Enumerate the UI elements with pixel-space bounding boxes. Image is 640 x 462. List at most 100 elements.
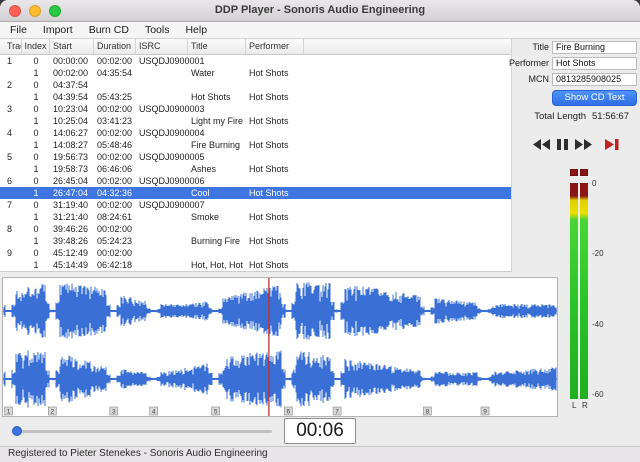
cell-duration: 03:41:23 (97, 116, 133, 126)
cell-filler (304, 235, 511, 247)
cell-isrc (136, 67, 188, 79)
cell-start: 45:14:49 (53, 260, 89, 270)
menu-burn-cd[interactable]: Burn CD (81, 22, 137, 38)
menu-tools[interactable]: Tools (137, 22, 178, 38)
menu-help[interactable]: Help (177, 22, 215, 38)
skip-to-end-button[interactable] (605, 137, 619, 155)
track-marker-number: 2 (50, 409, 54, 416)
zoom-slider[interactable] (12, 430, 272, 433)
table-row[interactable]: 1 10:25:04 03:41:23 Light my Fire Hot Shots (0, 115, 511, 127)
cell-isrc: USQDJ0900006 (139, 176, 205, 186)
table-row[interactable]: 6 0 26:45:04 00:02:00 USQDJ0900006 (0, 175, 511, 187)
cell-performer: Hot Shots (249, 260, 289, 270)
cell-duration: 04:32:36 (97, 188, 133, 198)
fast-forward-button[interactable] (575, 137, 592, 155)
cell-index: 1 (33, 188, 39, 198)
table-row[interactable]: 1 0 00:00:00 00:02:00 USQDJ0900001 (0, 55, 511, 67)
cell-duration: 05:24:23 (97, 236, 133, 246)
cell-performer: Hot Shots (249, 140, 289, 150)
meter-scale-label: 0 (592, 179, 597, 188)
cell-duration (94, 79, 136, 91)
table-header: TrackIndexStartDurationISRCTitlePerforme… (0, 39, 511, 55)
cell-duration: 00:02:00 (97, 56, 133, 66)
title-field[interactable]: Fire Burning (552, 41, 637, 54)
cell-start: 45:12:49 (53, 248, 89, 258)
zoom-window-button[interactable] (49, 5, 61, 17)
zoom-slider-thumb[interactable] (12, 426, 22, 436)
cell-filler (304, 151, 511, 163)
cell-title (188, 223, 246, 235)
cell-title: Hot, Hot, Hot (191, 260, 244, 270)
cell-index: 0 (33, 104, 39, 114)
track-marker-number: 9 (483, 409, 487, 416)
status-bar: Registered to Pieter Stenekes - Sonoris … (0, 446, 640, 462)
column-header-duration: Duration (94, 39, 136, 54)
cell-filler (304, 115, 511, 127)
show-cd-text-button[interactable]: Show CD Text (552, 90, 637, 106)
cell-track (0, 115, 22, 127)
clip-led-left (570, 169, 578, 176)
rewind-button[interactable] (533, 137, 550, 155)
cell-title: Ashes (191, 164, 217, 174)
track-marker-number: 4 (152, 409, 156, 416)
cell-isrc: USQDJ0900001 (139, 56, 205, 66)
cell-filler (304, 139, 511, 151)
cell-index: 0 (33, 128, 39, 138)
table-row[interactable]: 1 00:02:00 04:35:54 Water Hot Shots (0, 67, 511, 79)
cell-performer (246, 79, 304, 91)
track-marker-number: 7 (335, 409, 339, 416)
table-row[interactable]: 8 0 39:46:26 00:02:00 (0, 223, 511, 235)
cell-performer: Hot Shots (249, 68, 289, 78)
cell-title (188, 247, 246, 259)
table-row[interactable]: 1 39:48:26 05:24:23 Burning Fire Hot Shots (0, 235, 511, 247)
table-row[interactable]: 3 0 10:23:04 00:02:00 USQDJ0900003 (0, 103, 511, 115)
cell-duration: 00:02:00 (97, 128, 133, 138)
cell-start: 04:37:54 (53, 80, 89, 90)
cell-start: 00:02:00 (53, 68, 89, 78)
close-window-button[interactable] (9, 5, 21, 17)
cell-filler (304, 199, 511, 211)
table-row[interactable]: 5 0 19:56:73 00:02:00 USQDJ0900005 (0, 151, 511, 163)
cell-filler (304, 223, 511, 235)
table-row[interactable]: 2 0 04:37:54 (0, 79, 511, 91)
performer-label: Performer (508, 58, 549, 68)
cell-filler (304, 55, 511, 67)
table-row[interactable]: 1 14:08:27 05:48:46 Fire Burning Hot Shots (0, 139, 511, 151)
cell-performer (246, 151, 304, 163)
meter-scale-label: -20 (592, 249, 604, 259)
table-row[interactable]: 1 31:21:40 08:24:61 Smoke Hot Shots (0, 211, 511, 223)
table-row[interactable]: 1 45:14:49 06:42:18 Hot, Hot, Hot Hot Shots (0, 259, 511, 271)
table-row[interactable]: 1 26:47:04 04:32:36 Cool Hot Shots (0, 187, 511, 199)
cell-track: 1 (7, 56, 13, 66)
table-row[interactable]: 1 19:58:73 06:46:06 Ashes Hot Shots (0, 163, 511, 175)
pause-button[interactable] (557, 137, 568, 155)
table-row[interactable]: 1 04:39:54 05:43:25 Hot Shots Hot Shots (0, 91, 511, 103)
cell-index: 0 (33, 248, 39, 258)
column-header-start: Start (50, 39, 94, 54)
performer-field[interactable]: Hot Shots (552, 57, 637, 70)
cell-index: 1 (33, 68, 39, 78)
menu-import[interactable]: Import (35, 22, 81, 38)
cell-isrc (136, 235, 188, 247)
level-meter-right (580, 183, 588, 399)
table-row[interactable]: 4 0 14:06:27 00:02:00 USQDJ0900004 (0, 127, 511, 139)
table-row[interactable]: 9 0 45:12:49 00:02:00 (0, 247, 511, 259)
table-row[interactable]: 7 0 31:19:40 00:02:00 USQDJ0900007 (0, 199, 511, 211)
cell-duration: 05:43:25 (97, 92, 133, 102)
cell-start: 19:58:73 (53, 164, 89, 174)
menu-file[interactable]: File (2, 22, 35, 38)
cell-title (188, 127, 246, 139)
cell-title (188, 175, 246, 187)
cell-index: 0 (33, 56, 39, 66)
minimize-window-button[interactable] (29, 5, 41, 17)
cell-filler (304, 259, 511, 271)
cell-duration: 00:02:00 (97, 248, 133, 258)
cell-title (188, 55, 246, 67)
mcn-field[interactable]: 0813285908025 (552, 73, 637, 86)
cell-start: 31:19:40 (53, 200, 89, 210)
waveform-display[interactable]: 1 2 3 4 5 6 7 8 9 (2, 277, 558, 417)
cell-title (188, 199, 246, 211)
cell-filler (304, 67, 511, 79)
cell-index: 0 (33, 200, 39, 210)
menu-bar: File Import Burn CD Tools Help (0, 22, 640, 39)
